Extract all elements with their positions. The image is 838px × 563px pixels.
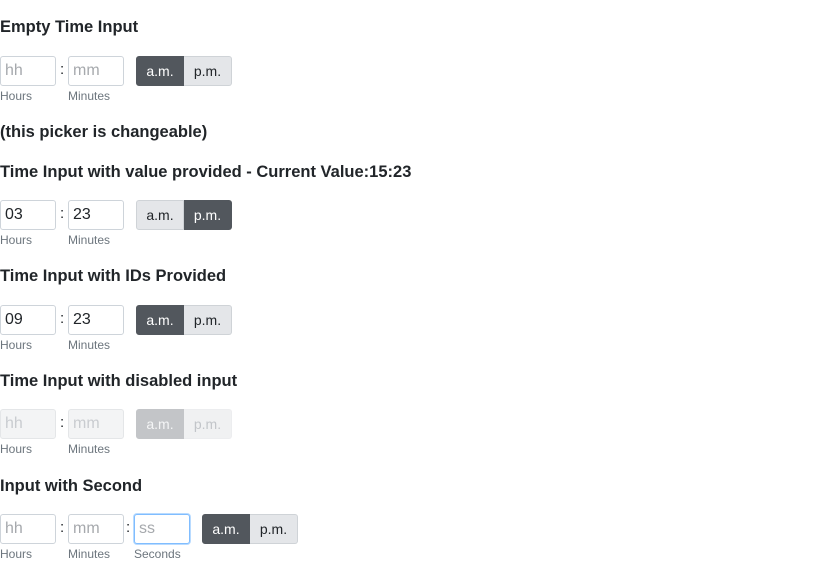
time-picker-ids: : Hours Minutes a.m. p.m. [0, 305, 240, 352]
section-heading-ids: Time Input with IDs Provided [0, 267, 227, 285]
seconds-label: Seconds [134, 547, 181, 561]
hours-input[interactable] [0, 514, 56, 544]
meridiem-toggle: a.m. p.m. [136, 56, 232, 86]
minutes-label: Minutes [68, 442, 111, 456]
hours-label: Hours [0, 338, 33, 352]
meridiem-toggle: a.m. p.m. [136, 200, 232, 230]
section-heading-value: Time Input with value provided - Current… [0, 163, 412, 181]
am-button: a.m. [136, 409, 184, 439]
section-heading-seconds: Input with Second [0, 477, 143, 495]
pm-button[interactable]: p.m. [184, 200, 232, 230]
section-heading-empty: Empty Time Input [0, 18, 139, 36]
seconds-input[interactable] [134, 514, 190, 544]
meridiem-toggle: a.m. p.m. [202, 514, 298, 544]
meridiem-toggle: a.m. p.m. [136, 305, 232, 335]
pm-button[interactable]: p.m. [184, 305, 232, 335]
hours-label: Hours [0, 547, 33, 561]
time-picker-value: : Hours Minutes a.m. p.m. [0, 200, 240, 247]
time-picker-empty: : Hours Minutes a.m. p.m. [0, 56, 240, 103]
meridiem-toggle: a.m. p.m. [136, 409, 232, 439]
time-separator: : [60, 519, 65, 536]
time-separator: : [60, 414, 65, 431]
pm-button[interactable]: p.m. [184, 56, 232, 86]
pm-button[interactable]: p.m. [250, 514, 298, 544]
time-picker-seconds: : : Hours Minutes Seconds a.m. p.m. [0, 514, 310, 561]
minutes-input[interactable] [68, 514, 124, 544]
hours-label: Hours [0, 233, 33, 247]
time-separator: : [60, 61, 65, 78]
hours-label: Hours [0, 442, 33, 456]
minutes-input[interactable] [68, 305, 124, 335]
am-button[interactable]: a.m. [136, 305, 184, 335]
minutes-label: Minutes [68, 233, 111, 247]
pm-button: p.m. [184, 409, 232, 439]
changeable-note: (this picker is changeable) [0, 123, 208, 141]
time-picker-disabled: : Hours Minutes a.m. p.m. [0, 409, 240, 456]
minutes-input[interactable] [68, 200, 124, 230]
time-separator: : [126, 519, 131, 536]
hours-label: Hours [0, 89, 33, 103]
am-button[interactable]: a.m. [136, 56, 184, 86]
time-separator: : [60, 205, 65, 222]
minutes-label: Minutes [68, 547, 111, 561]
hours-input[interactable] [0, 56, 56, 86]
hours-input[interactable] [0, 200, 56, 230]
am-button[interactable]: a.m. [136, 200, 184, 230]
hours-input [0, 409, 56, 439]
minutes-input [68, 409, 124, 439]
minutes-label: Minutes [68, 338, 111, 352]
minutes-label: Minutes [68, 89, 111, 103]
time-separator: : [60, 310, 65, 327]
am-button[interactable]: a.m. [202, 514, 250, 544]
hours-input[interactable] [0, 305, 56, 335]
section-heading-disabled: Time Input with disabled input [0, 372, 238, 390]
minutes-input[interactable] [68, 56, 124, 86]
